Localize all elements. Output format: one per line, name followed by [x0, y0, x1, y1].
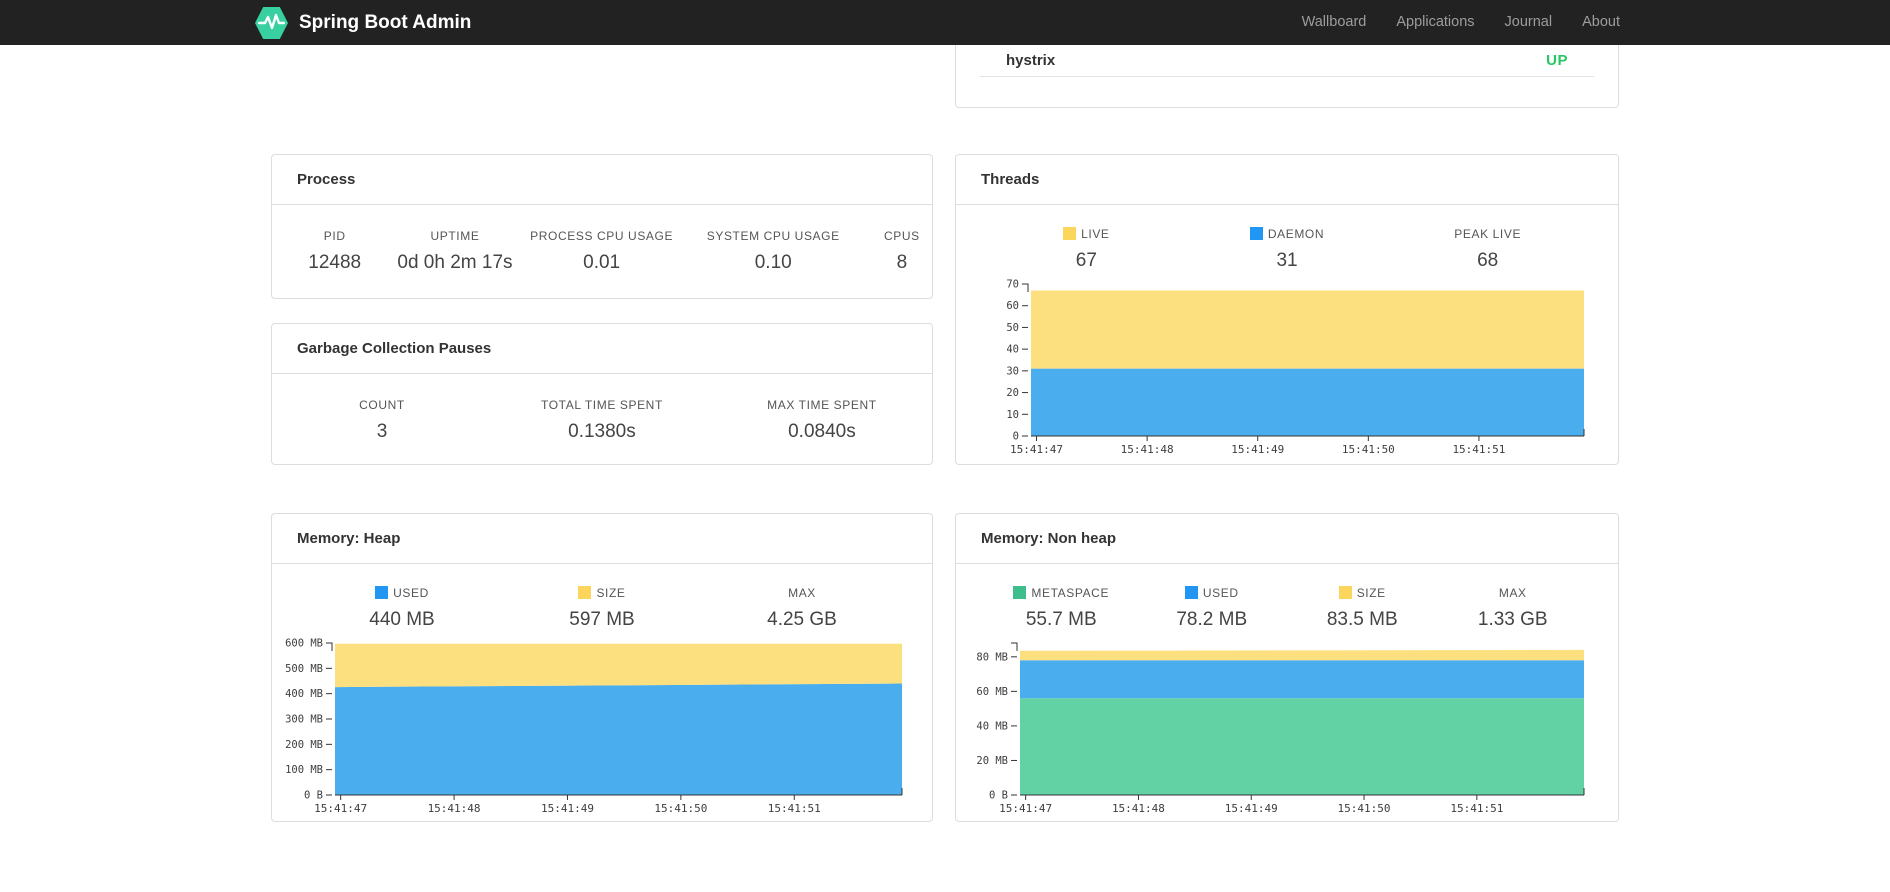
- svg-text:10: 10: [1006, 409, 1019, 421]
- metric-pid: PID 12488: [308, 229, 362, 273]
- used-swatch-icon: [375, 586, 389, 599]
- metric-gc-max-time: MAX TIME SPENT 0.0840s: [767, 398, 877, 442]
- svg-text:30: 30: [1006, 365, 1019, 377]
- svg-text:15:41:47: 15:41:47: [1010, 443, 1063, 456]
- svg-text:60 MB: 60 MB: [976, 686, 1008, 698]
- spring-boot-admin-logo-icon: [255, 5, 288, 41]
- process-metrics: PID 12488 UPTIME 0d 0h 2m 17s PROCESS CP…: [272, 205, 932, 274]
- service-status-badge: UP: [1546, 52, 1568, 69]
- svg-text:0 B: 0 B: [989, 790, 1008, 802]
- legend-threads-live: LIVE 67: [986, 227, 1187, 272]
- svg-text:100 MB: 100 MB: [285, 764, 323, 776]
- svg-text:15:41:49: 15:41:49: [541, 802, 594, 815]
- svg-text:40: 40: [1006, 344, 1019, 356]
- service-row-hystrix[interactable]: hystrix UP: [980, 45, 1594, 77]
- garbage-collection-panel: Garbage Collection Pauses COUNT 3 TOTAL …: [271, 323, 933, 465]
- metric-uptime: UPTIME 0d 0h 2m 17s: [397, 229, 513, 273]
- svg-text:15:41:51: 15:41:51: [1452, 443, 1505, 456]
- memory-heap-title: Memory: Heap: [297, 530, 401, 547]
- memory-nonheap-legend: METASPACE 55.7 MB USED 78.2 MB SIZE 83.5…: [956, 564, 1618, 631]
- metric-gc-count: COUNT 3: [359, 398, 405, 442]
- nav-item-applications[interactable]: Applications: [1381, 0, 1489, 45]
- size-swatch-icon: [1338, 586, 1352, 599]
- services-panel-fragment: hystrix UP: [955, 45, 1619, 108]
- svg-text:600 MB: 600 MB: [285, 638, 323, 650]
- nav-item-journal[interactable]: Journal: [1490, 0, 1568, 45]
- live-swatch-icon: [1063, 227, 1077, 240]
- metric-gc-total-time: TOTAL TIME SPENT 0.1380s: [541, 398, 663, 442]
- svg-text:15:41:50: 15:41:50: [654, 802, 707, 815]
- legend-nonheap-used: USED 78.2 MB: [1176, 586, 1248, 630]
- navbar-menu: Wallboard Applications Journal About: [1287, 0, 1635, 45]
- svg-text:15:41:49: 15:41:49: [1231, 443, 1284, 456]
- svg-text:400 MB: 400 MB: [285, 688, 323, 700]
- gc-panel-title: Garbage Collection Pauses: [297, 340, 492, 357]
- threads-panel: Threads LIVE 67 DAEMON 31 PEAK LIVE 68 1…: [955, 154, 1619, 465]
- metric-cpus: CPUS 8: [884, 229, 920, 273]
- legend-threads-peak-live: PEAK LIVE 68: [1454, 227, 1522, 271]
- svg-text:80 MB: 80 MB: [976, 651, 1008, 663]
- svg-text:500 MB: 500 MB: [285, 663, 323, 675]
- size-swatch-icon: [578, 586, 592, 599]
- gc-panel-heading: Garbage Collection Pauses: [272, 324, 932, 374]
- svg-text:300 MB: 300 MB: [285, 714, 323, 726]
- svg-text:15:41:51: 15:41:51: [768, 802, 821, 815]
- service-name: hystrix: [1006, 52, 1056, 69]
- memory-nonheap-panel: Memory: Non heap METASPACE 55.7 MB USED …: [955, 513, 1619, 822]
- memory-nonheap-chart: 15:41:47 15:41:48 15:41:49 15:41:50 15:41:51…: [976, 642, 1585, 815]
- svg-text:15:41:48: 15:41:48: [1112, 802, 1165, 815]
- used-swatch-icon: [1184, 586, 1198, 599]
- svg-text:0: 0: [1013, 431, 1019, 443]
- legend-nonheap-max: MAX 1.33 GB: [1477, 586, 1548, 630]
- legend-heap-used: USED 440 MB: [369, 586, 435, 630]
- svg-text:20: 20: [1006, 387, 1019, 399]
- brand-title: Spring Boot Admin: [299, 11, 472, 33]
- brand-link[interactable]: Spring Boot Admin: [255, 5, 471, 41]
- nav-item-wallboard[interactable]: Wallboard: [1287, 0, 1382, 45]
- threads-panel-heading: Threads: [956, 155, 1618, 205]
- threads-panel-title: Threads: [981, 171, 1040, 188]
- memory-heap-heading: Memory: Heap: [272, 514, 932, 564]
- process-panel-title: Process: [297, 171, 356, 188]
- dashboard: Process PID 12488 UPTIME 0d 0h 2m 17s PR…: [271, 45, 1619, 822]
- svg-text:15:41:47: 15:41:47: [999, 802, 1052, 815]
- svg-text:60: 60: [1006, 300, 1019, 312]
- metric-process-cpu-usage: PROCESS CPU USAGE 0.01: [530, 229, 674, 273]
- legend-threads-daemon: DAEMON 31: [1187, 227, 1388, 272]
- threads-legend: LIVE 67 DAEMON 31 PEAK LIVE 68: [956, 205, 1618, 272]
- memory-heap-panel: Memory: Heap USED 440 MB SIZE 597 MB MAX…: [271, 513, 933, 822]
- svg-text:15:41:48: 15:41:48: [428, 802, 481, 815]
- svg-text:70: 70: [1006, 279, 1019, 291]
- svg-text:15:41:49: 15:41:49: [1225, 802, 1278, 815]
- metaspace-swatch-icon: [1013, 586, 1027, 599]
- memory-nonheap-title: Memory: Non heap: [981, 530, 1117, 547]
- svg-text:15:41:51: 15:41:51: [1450, 802, 1503, 815]
- navbar: Spring Boot Admin Wallboard Applications…: [0, 0, 1890, 45]
- svg-text:50: 50: [1006, 322, 1019, 334]
- svg-text:15:41:50: 15:41:50: [1338, 802, 1391, 815]
- daemon-swatch-icon: [1249, 227, 1263, 240]
- svg-text:200 MB: 200 MB: [285, 739, 323, 751]
- legend-nonheap-size: SIZE 83.5 MB: [1326, 586, 1398, 630]
- process-panel: Process PID 12488 UPTIME 0d 0h 2m 17s PR…: [271, 154, 933, 299]
- metric-system-cpu-usage: SYSTEM CPU USAGE 0.10: [706, 229, 840, 273]
- threads-chart: 15:41:47 15:41:48 15:41:49 15:41:50 15:41:51…: [1006, 279, 1585, 456]
- svg-text:40 MB: 40 MB: [976, 720, 1008, 732]
- svg-text:20 MB: 20 MB: [976, 755, 1008, 767]
- process-panel-heading: Process: [272, 155, 932, 205]
- memory-heap-chart: 15:41:47 15:41:48 15:41:49 15:41:50 15:41:51…: [285, 638, 903, 815]
- memory-heap-legend: USED 440 MB SIZE 597 MB MAX 4.25 GB: [272, 564, 932, 631]
- legend-heap-size: SIZE 597 MB: [569, 586, 635, 630]
- svg-text:15:41:47: 15:41:47: [314, 802, 367, 815]
- memory-nonheap-heading: Memory: Non heap: [956, 514, 1618, 564]
- legend-nonheap-metaspace: METASPACE 55.7 MB: [986, 586, 1137, 631]
- svg-text:15:41:50: 15:41:50: [1342, 443, 1395, 456]
- svg-text:0 B: 0 B: [304, 790, 323, 802]
- svg-text:15:41:48: 15:41:48: [1121, 443, 1174, 456]
- legend-heap-max: MAX 4.25 GB: [767, 586, 837, 630]
- gc-metrics: COUNT 3 TOTAL TIME SPENT 0.1380s MAX TIM…: [272, 374, 932, 443]
- nav-item-about[interactable]: About: [1567, 0, 1635, 45]
